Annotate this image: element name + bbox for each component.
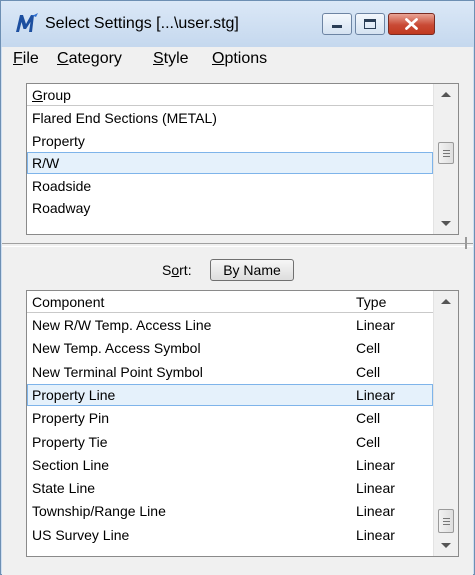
component-name: Property Tie (32, 433, 108, 450)
group-row[interactable]: R/W (27, 152, 433, 174)
title-bar[interactable]: Select Settings [...\user.stg] (1, 1, 474, 47)
menu-bar: File Category Style Options (2, 47, 473, 71)
component-type: Linear (356, 480, 395, 497)
group-row[interactable]: Roadway (27, 197, 433, 219)
component-list-scrollbar[interactable] (433, 291, 458, 556)
component-name: Township/Range Line (32, 503, 166, 520)
group-list-scrollbar[interactable] (433, 84, 458, 234)
component-type: Linear (356, 526, 395, 543)
type-column-header[interactable]: Type (356, 291, 386, 313)
component-name: State Line (32, 480, 96, 497)
scroll-up-arrow-icon[interactable] (441, 92, 451, 97)
component-column-header[interactable]: Component (32, 291, 104, 313)
component-row[interactable]: Property Tie Cell (27, 431, 433, 453)
component-list[interactable]: Component Type New R/W Temp. Access Line… (26, 290, 459, 557)
component-row[interactable]: US Survey Line Linear (27, 524, 433, 546)
component-name: Property Pin (32, 410, 110, 427)
group-name: Roadside (32, 177, 92, 194)
group-name: R/W (32, 155, 60, 171)
pane-splitter[interactable] (2, 243, 473, 247)
scroll-thumb[interactable] (438, 142, 454, 164)
component-row[interactable]: Section Line Linear (27, 454, 433, 476)
maximize-icon (364, 19, 376, 29)
scroll-down-arrow-icon[interactable] (441, 543, 451, 548)
select-settings-window: Select Settings [...\user.stg] File Cate… (0, 0, 475, 575)
component-type: Cell (356, 363, 381, 380)
component-name: US Survey Line (32, 526, 130, 543)
group-row[interactable]: Flared End Sections (METAL) (27, 107, 433, 129)
scroll-down-arrow-icon[interactable] (441, 221, 451, 226)
scroll-thumb[interactable] (438, 509, 454, 533)
menu-options[interactable]: Options (212, 50, 267, 68)
component-type: Linear (356, 503, 395, 520)
component-row[interactable]: New Terminal Point Symbol Cell (27, 361, 433, 383)
component-row[interactable]: New R/W Temp. Access Line Linear (27, 314, 433, 336)
group-list[interactable]: Group Flared End Sections (METAL) Propert… (26, 83, 459, 235)
sort-by-name-button[interactable]: By Name (210, 259, 294, 281)
splitter-grip[interactable] (465, 237, 467, 249)
component-row[interactable]: Property Pin Cell (27, 407, 433, 429)
component-type: Linear (356, 456, 395, 473)
menu-style[interactable]: Style (153, 50, 189, 68)
group-name: Roadway (32, 200, 91, 216)
component-type: Linear (356, 386, 395, 403)
maximize-button[interactable] (355, 13, 385, 35)
component-row[interactable]: Township/Range Line Linear (27, 500, 433, 522)
scroll-up-arrow-icon[interactable] (441, 299, 451, 304)
group-row[interactable]: Property (27, 130, 433, 152)
sort-label: Sort: (162, 262, 192, 278)
component-type: Cell (356, 433, 381, 450)
component-row[interactable]: Property Line Linear (27, 383, 433, 406)
minimize-icon (332, 25, 342, 28)
component-list-header: Component Type (27, 291, 433, 313)
component-type: Linear (356, 317, 395, 333)
minimize-button[interactable] (322, 13, 352, 35)
window-title: Select Settings [...\user.stg] (45, 15, 239, 32)
close-icon (405, 18, 418, 30)
component-name: Property Line (32, 386, 116, 403)
group-row[interactable]: Roadside (27, 175, 433, 197)
group-name: Property (32, 132, 85, 149)
microstation-app-icon[interactable] (14, 12, 40, 34)
component-name: New R/W Temp. Access Line (32, 317, 212, 333)
component-name: New Terminal Point Symbol (32, 363, 203, 380)
menu-category[interactable]: Category (57, 50, 122, 68)
component-row[interactable]: New Temp. Access Symbol Cell (27, 337, 433, 359)
group-column-header[interactable]: Group (27, 84, 433, 106)
component-name: New Temp. Access Symbol (32, 340, 201, 357)
menu-file[interactable]: File (13, 50, 39, 68)
group-name: Flared End Sections (METAL) (32, 110, 217, 126)
component-type: Cell (356, 340, 381, 357)
close-button[interactable] (388, 13, 435, 35)
component-type: Cell (356, 410, 381, 427)
dialog-body: Group Flared End Sections (METAL) Propert… (2, 71, 473, 575)
component-name: Section Line (32, 456, 110, 473)
component-row[interactable]: State Line Linear (27, 477, 433, 499)
